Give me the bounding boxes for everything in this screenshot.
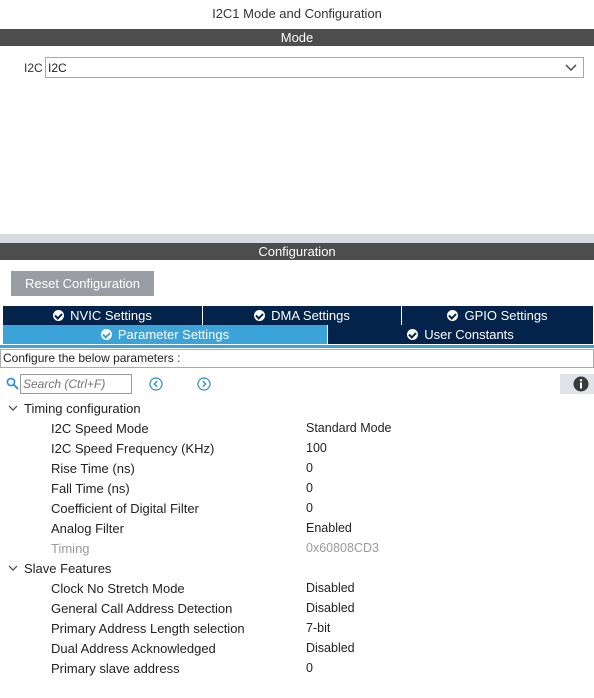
param-value: 0x60808CD3 — [306, 541, 379, 555]
param-value[interactable]: Disabled — [306, 601, 355, 615]
group-label: Timing configuration — [24, 401, 141, 416]
check-circle-icon — [100, 329, 112, 340]
param-name: Timing — [51, 541, 90, 556]
param-name: Clock No Stretch Mode — [51, 581, 185, 596]
param-name: General Call Address Detection — [51, 601, 233, 616]
param-name: Primary Address Length selection — [51, 621, 245, 636]
chevron-left-circle-icon[interactable] — [149, 377, 163, 391]
group-slave-features[interactable]: Slave Features — [8, 561, 111, 576]
info-icon — [573, 376, 589, 392]
chevron-right-circle-icon[interactable] — [197, 377, 211, 391]
param-value[interactable]: Enabled — [306, 521, 352, 535]
chevron-down-icon — [8, 405, 18, 411]
i2c-mode-label: I2C — [24, 61, 43, 75]
chevron-down-icon — [8, 565, 18, 571]
check-circle-icon — [447, 310, 459, 321]
page-title: I2C1 Mode and Configuration — [212, 6, 382, 21]
configuration-section-header: Configuration — [0, 243, 594, 260]
tab-label: GPIO Settings — [464, 308, 548, 323]
param-name: Fall Time (ns) — [51, 481, 130, 496]
tab-parameter-settings[interactable]: Parameter Settings — [3, 325, 328, 344]
param-name: Dual Address Acknowledged — [51, 641, 216, 656]
reset-configuration-button[interactable]: Reset Configuration — [11, 271, 154, 296]
param-value[interactable]: 7-bit — [306, 621, 330, 635]
group-label: Slave Features — [24, 561, 112, 576]
mode-section-header: Mode — [0, 29, 594, 46]
search-input[interactable] — [20, 374, 132, 394]
param-name: Rise Time (ns) — [51, 461, 135, 476]
param-value[interactable]: 0 — [306, 661, 313, 675]
search-icon — [6, 377, 19, 390]
param-value[interactable]: Disabled — [306, 581, 355, 595]
param-value[interactable]: 0 — [306, 501, 313, 515]
parameters-hint: Configure the below parameters : — [0, 349, 594, 368]
group-timing-configuration[interactable]: Timing configuration — [8, 401, 141, 416]
param-value[interactable]: Standard Mode — [306, 421, 391, 435]
param-value[interactable]: 0 — [306, 481, 313, 495]
param-value[interactable]: 100 — [306, 441, 327, 455]
tab-underline — [0, 345, 594, 348]
param-name: I2C Speed Frequency (KHz) — [51, 441, 215, 456]
tab-label: NVIC Settings — [70, 308, 152, 323]
chevron-down-icon — [565, 64, 577, 71]
tab-label: Parameter Settings — [117, 327, 230, 342]
panel-splitter[interactable] — [0, 234, 594, 243]
param-name: Coefficient of Digital Filter — [51, 501, 199, 516]
tab-user-constants[interactable]: User Constants — [328, 325, 594, 344]
tab-gpio-settings[interactable]: GPIO Settings — [402, 306, 594, 325]
check-circle-icon — [407, 329, 419, 340]
tab-label: DMA Settings — [271, 308, 350, 323]
tab-nvic-settings[interactable]: NVIC Settings — [3, 306, 203, 325]
tab-label: User Constants — [424, 327, 514, 342]
i2c-mode-value: I2C — [48, 61, 67, 75]
check-circle-icon — [254, 310, 266, 321]
tab-dma-settings[interactable]: DMA Settings — [203, 306, 402, 325]
param-value[interactable]: Disabled — [306, 641, 355, 655]
i2c-mode-select[interactable]: I2C — [45, 57, 584, 78]
param-name: I2C Speed Mode — [51, 421, 149, 436]
param-name: Analog Filter — [51, 521, 124, 536]
info-button[interactable] — [560, 374, 594, 394]
check-circle-icon — [53, 310, 65, 321]
param-name: Primary slave address — [51, 661, 180, 676]
param-value[interactable]: 0 — [306, 461, 313, 475]
